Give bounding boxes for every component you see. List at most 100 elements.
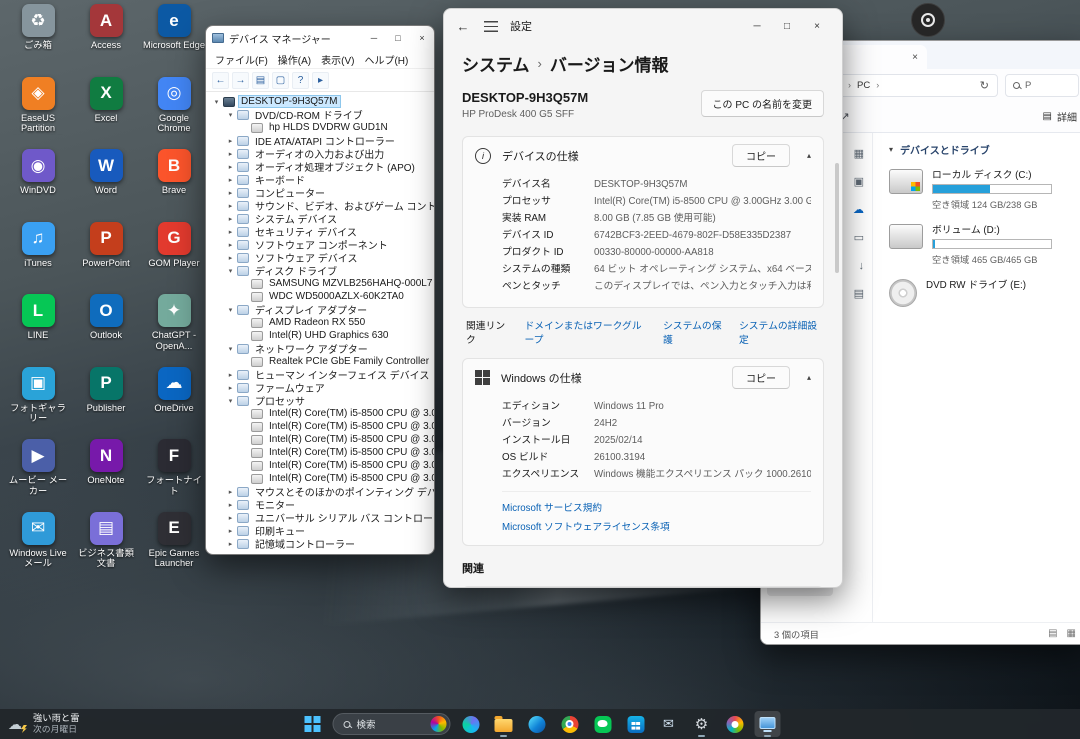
tree-expander-icon[interactable]: ▸ xyxy=(225,150,236,158)
desktop-icon-onedrive[interactable]: ☁ OneDrive xyxy=(142,365,206,438)
refresh-icon[interactable]: ↻ xyxy=(980,79,989,92)
menu-item[interactable]: 操作(A) xyxy=(273,50,316,69)
desktop-icon-word[interactable]: W Word xyxy=(74,147,138,220)
desktop-icon-edge[interactable]: e Microsoft Edge xyxy=(142,2,206,75)
tree-item[interactable]: ▾ DESKTOP-9H3Q57M xyxy=(208,95,434,108)
edge-icon[interactable] xyxy=(524,711,550,737)
copy-windows-specs-button[interactable]: コピー xyxy=(732,366,790,389)
tree-expander-icon[interactable]: ▸ xyxy=(225,228,236,236)
tree-item[interactable]: ▸ コンピューター xyxy=(208,186,434,199)
license-link[interactable]: Microsoft サービス規約 xyxy=(502,500,811,514)
documents-icon[interactable]: ▤ xyxy=(854,289,864,300)
desktop-icon-access[interactable]: A Access xyxy=(74,2,138,75)
back-icon[interactable]: ← xyxy=(212,72,229,89)
tree-expander-icon[interactable]: ▸ xyxy=(225,371,236,379)
menu-item[interactable]: 表示(V) xyxy=(316,50,359,69)
menu-item[interactable]: ファイル(F) xyxy=(210,50,273,69)
tree-item[interactable]: Intel(R) Core(TM) i5-8500 CPU @ 3.00GHz xyxy=(208,446,434,459)
collapse-icon[interactable]: ▴ xyxy=(807,151,811,160)
tree-expander-icon[interactable]: ▾ xyxy=(225,306,236,314)
tree-item[interactable]: Intel(R) Core(TM) i5-8500 CPU @ 3.00GHz xyxy=(208,407,434,420)
tree-item[interactable]: Realtek PCIe GbE Family Controller xyxy=(208,355,434,368)
tree-expander-icon[interactable]: ▸ xyxy=(225,137,236,145)
desktop-icon-onenote[interactable]: N OneNote xyxy=(74,437,138,510)
desktop-icon-outlook[interactable]: O Outlook xyxy=(74,292,138,365)
desktop-icon-line[interactable]: L LINE xyxy=(6,292,70,365)
desktop-icon[interactable]: ▭ xyxy=(854,233,864,244)
start-button[interactable] xyxy=(300,711,326,737)
license-link[interactable]: Microsoft ソフトウェアライセンス条項 xyxy=(502,519,811,533)
tree-item[interactable]: Intel(R) UHD Graphics 630 xyxy=(208,329,434,342)
tree-item[interactable]: ▾ プロセッサ xyxy=(208,394,434,407)
desktop-icon-brave[interactable]: B Brave xyxy=(142,147,206,220)
desktop-icon-itunes[interactable]: ♫ iTunes xyxy=(6,220,70,293)
minimize-button[interactable]: ─ xyxy=(362,26,386,50)
tree-expander-icon[interactable]: ▸ xyxy=(225,241,236,249)
tree-item[interactable]: ▸ キーボード xyxy=(208,173,434,186)
tree-item[interactable]: Intel(R) Core(TM) i5-8500 CPU @ 3.00GHz xyxy=(208,433,434,446)
tree-expander-icon[interactable]: ▸ xyxy=(225,176,236,184)
address-bar[interactable]: › PC › ↻ xyxy=(822,74,998,97)
copy-device-specs-button[interactable]: コピー xyxy=(732,144,790,167)
tree-expander-icon[interactable]: ▸ xyxy=(225,540,236,548)
tree-expander-icon[interactable]: ▸ xyxy=(225,384,236,392)
related-link[interactable]: システムの詳細設定 xyxy=(739,318,820,346)
home-icon[interactable]: ▦ xyxy=(854,149,864,160)
desktop-icon-chatgpt[interactable]: ✦ ChatGPT - OpenA... xyxy=(142,292,206,365)
desktop-icon-powerpoint[interactable]: P PowerPoint xyxy=(74,220,138,293)
tree-expander-icon[interactable]: ▸ xyxy=(225,527,236,535)
tree-item[interactable]: ▸ 記憶域コントローラー xyxy=(208,537,434,550)
drive-c[interactable]: ローカル ディスク (C:) 空き領域 124 GB/238 GB xyxy=(889,167,1073,211)
forward-icon[interactable]: → xyxy=(232,72,249,89)
tree-item[interactable]: ▾ ネットワーク アダプター xyxy=(208,342,434,355)
tree-item[interactable]: ▸ マウスとそのほかのポインティング デバイス xyxy=(208,485,434,498)
related-link[interactable]: ドメインまたはワークグループ xyxy=(524,318,650,346)
tree-item[interactable]: ▸ モニター xyxy=(208,498,434,511)
tree-item[interactable]: ▸ オーディオの入力および出力 xyxy=(208,147,434,160)
tree-item[interactable]: Intel(R) Core(TM) i5-8500 CPU @ 3.00GHz xyxy=(208,420,434,433)
tree-item[interactable]: WDC WD5000AZLX-60K2TA0 xyxy=(208,290,434,303)
product-key-card[interactable]: プロダクト キーとライセンス認証 › xyxy=(462,586,824,588)
close-button[interactable]: × xyxy=(802,9,832,43)
explorer-search-box[interactable]: P xyxy=(1005,74,1079,97)
tree-item[interactable]: ▸ ソフトウェア コンポーネント xyxy=(208,238,434,251)
close-button[interactable]: × xyxy=(410,26,434,50)
view-mode-icon[interactable]: ▤ xyxy=(1048,628,1057,639)
tree-item[interactable]: ▸ セキュリティ デバイス xyxy=(208,225,434,238)
menu-item[interactable]: ヘルプ(H) xyxy=(359,50,413,69)
desktop-icon-recycle-bin[interactable]: ♻ ごみ箱 xyxy=(6,2,70,75)
gallery-icon[interactable]: ▣ xyxy=(854,177,864,188)
tree-item[interactable]: ▸ ユニバーサル シリアル バス コントローラー xyxy=(208,511,434,524)
properties-icon[interactable]: ▢ xyxy=(272,72,289,89)
desktop-icon-windows-live-mail[interactable]: ✉ Windows Live メール xyxy=(6,510,70,583)
weather-widget[interactable]: ☁ 強い雨と雷 次の月曜日 xyxy=(8,713,208,736)
tree-item[interactable]: ▾ DVD/CD-ROM ドライブ xyxy=(208,108,434,121)
desktop-icon-fortnite[interactable]: F フォートナイト xyxy=(142,437,206,510)
collapse-icon[interactable]: ▴ xyxy=(807,373,811,382)
desktop-icon-easeus[interactable]: ◈ EaseUS Partition Master 18.0 xyxy=(6,75,70,148)
tree-expander-icon[interactable]: ▾ xyxy=(211,98,222,106)
tree-item[interactable]: Intel(R) Core(TM) i5-8500 CPU @ 3.00GHz xyxy=(208,472,434,485)
breadcrumb-pc[interactable]: PC xyxy=(857,80,870,91)
copilot-icon[interactable] xyxy=(458,711,484,737)
desktop-icon-movie-maker[interactable]: ▶ ムービー メーカー xyxy=(6,437,70,510)
view-mode-icon[interactable]: ▦ xyxy=(1067,628,1076,639)
tree-expander-icon[interactable]: ▸ xyxy=(225,488,236,496)
tree-item[interactable]: ▸ ファームウェア xyxy=(208,381,434,394)
help-icon[interactable]: ? xyxy=(292,72,309,89)
desktop-icon-epic-games[interactable]: E Epic Games Launcher xyxy=(142,510,206,583)
tab-close-icon[interactable]: × xyxy=(912,52,918,63)
scrollbar[interactable] xyxy=(835,163,839,273)
tree-item[interactable]: Intel(R) Core(TM) i5-8500 CPU @ 3.00GHz xyxy=(208,459,434,472)
desktop-icon-chrome[interactable]: ◎ Google Chrome xyxy=(142,75,206,148)
tree-expander-icon[interactable]: ▾ xyxy=(225,345,236,353)
tree-expander-icon[interactable]: ▸ xyxy=(225,501,236,509)
desktop-icon-publisher[interactable]: P Publisher xyxy=(74,365,138,438)
mail-icon[interactable]: ✉ xyxy=(656,711,682,737)
tree-expander-icon[interactable]: ▸ xyxy=(225,189,236,197)
console-icon[interactable]: ▤ xyxy=(252,72,269,89)
tree-item[interactable]: ▸ ソフトウェア デバイス xyxy=(208,251,434,264)
store-icon[interactable] xyxy=(623,711,649,737)
desktop-icon-windvd[interactable]: ◉ WinDVD xyxy=(6,147,70,220)
drive-dvd[interactable]: DVD RW ドライブ (E:) xyxy=(889,277,1073,307)
